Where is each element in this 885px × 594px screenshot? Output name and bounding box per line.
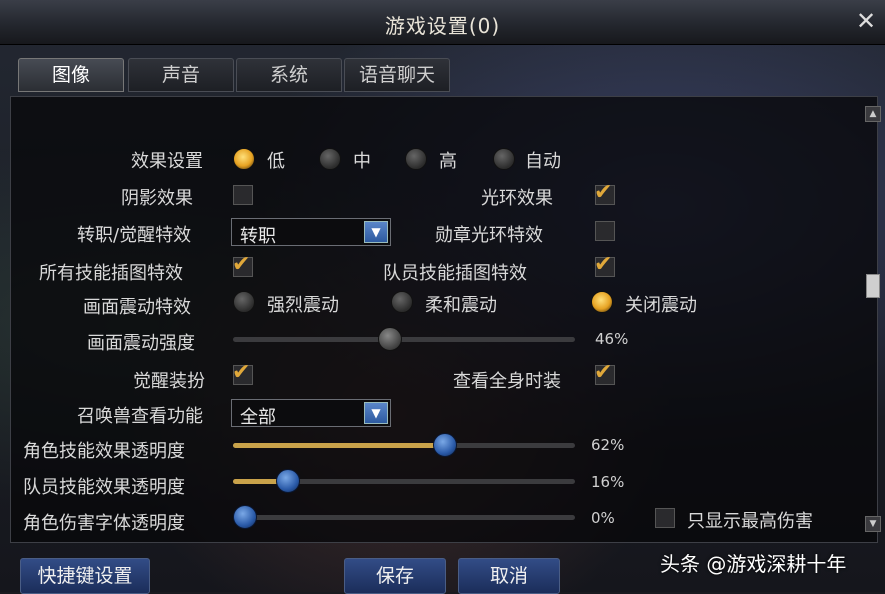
check-icon: ✔ <box>232 252 251 277</box>
close-icon[interactable]: ✕ <box>853 8 879 34</box>
job-effect-value: 转职 <box>240 226 276 247</box>
chevron-down-icon[interactable]: ▼ <box>364 402 388 424</box>
shake-strong-label: 强烈震动 <box>267 295 339 316</box>
check-icon: ✔ <box>594 252 613 277</box>
party-skill-alpha-label: 队员技能效果透明度 <box>23 477 185 498</box>
shadow-checkbox[interactable] <box>233 185 253 205</box>
slider-knob[interactable] <box>233 505 257 529</box>
effect-mid-radio[interactable] <box>319 148 341 170</box>
shadow-label: 阴影效果 <box>121 188 193 209</box>
shake-strength-label: 画面震动强度 <box>87 333 195 354</box>
shortcut-settings-button[interactable]: 快捷键设置 <box>20 558 150 594</box>
scroll-up-icon[interactable]: ▲ <box>865 106 881 122</box>
party-skill-alpha-value: 16% <box>591 473 625 491</box>
halo-label: 光环效果 <box>481 188 553 209</box>
max-damage-only-label: 只显示最高伤害 <box>687 511 813 532</box>
medal-halo-label: 勋章光环特效 <box>435 225 543 246</box>
shake-strength-value: 46% <box>595 330 629 348</box>
scrollbar[interactable]: ▲ ▼ <box>863 96 883 541</box>
char-damage-alpha-label: 角色伤害字体透明度 <box>23 513 185 534</box>
tab-voice-chat[interactable]: 语音聊天 <box>344 58 450 92</box>
shake-soft-radio[interactable] <box>391 291 413 313</box>
char-damage-alpha-value: 0% <box>591 509 615 527</box>
char-skill-alpha-value: 62% <box>591 436 625 454</box>
effect-label: 效果设置 <box>131 151 203 172</box>
shake-soft-label: 柔和震动 <box>425 295 497 316</box>
char-damage-alpha-slider[interactable] <box>233 505 575 529</box>
settings-panel: 效果设置 低 中 高 自动 阴影效果 光环效果 ✔ 转职/觉醒特效 转职 ▼ 勋… <box>10 96 878 543</box>
full-avatar-label: 查看全身时装 <box>453 371 561 392</box>
cancel-button[interactable]: 取消 <box>458 558 560 594</box>
tab-system[interactable]: 系统 <box>236 58 342 92</box>
effect-auto-label: 自动 <box>525 151 561 172</box>
medal-halo-checkbox[interactable] <box>595 221 615 241</box>
party-skill-alpha-slider[interactable] <box>233 469 575 493</box>
slider-knob[interactable] <box>275 469 300 493</box>
char-skill-alpha-label: 角色技能效果透明度 <box>23 441 185 462</box>
check-icon: ✔ <box>594 180 613 205</box>
tab-graphics[interactable]: 图像 <box>18 58 124 92</box>
check-icon: ✔ <box>594 360 613 385</box>
char-skill-alpha-slider[interactable] <box>233 433 575 457</box>
effect-auto-radio[interactable] <box>493 148 515 170</box>
watermark: 头条 @游戏深耕十年 <box>660 552 847 576</box>
effect-mid-label: 中 <box>353 151 371 172</box>
shake-label: 画面震动特效 <box>83 297 191 318</box>
window-title: 游戏设置(0) <box>384 14 501 38</box>
halo-checkbox[interactable]: ✔ <box>594 180 615 205</box>
awaken-costume-checkbox[interactable]: ✔ <box>232 360 253 385</box>
shake-strength-slider[interactable] <box>233 327 575 351</box>
party-skill-art-label: 队员技能插图特效 <box>383 263 527 284</box>
summon-view-select[interactable]: 全部 ▼ <box>231 399 391 428</box>
effect-high-label: 高 <box>439 151 457 172</box>
job-effect-select[interactable]: 转职 ▼ <box>231 218 391 247</box>
check-icon: ✔ <box>232 360 251 385</box>
effect-low-label: 低 <box>267 151 285 172</box>
title-bar: 游戏设置(0) ✕ <box>0 0 885 45</box>
max-damage-only-checkbox[interactable] <box>655 508 675 528</box>
awaken-costume-label: 觉醒装扮 <box>133 371 205 392</box>
slider-knob[interactable] <box>433 433 458 457</box>
full-avatar-checkbox[interactable]: ✔ <box>594 360 615 385</box>
shake-off-radio[interactable] <box>591 291 613 313</box>
shake-off-label: 关闭震动 <box>625 295 697 316</box>
scroll-down-icon[interactable]: ▼ <box>865 516 881 532</box>
summon-view-label: 召唤兽查看功能 <box>77 406 203 427</box>
party-skill-art-checkbox[interactable]: ✔ <box>594 252 615 277</box>
tab-sound[interactable]: 声音 <box>128 58 234 92</box>
effect-high-radio[interactable] <box>405 148 427 170</box>
effect-low-radio[interactable] <box>233 148 255 170</box>
job-effect-label: 转职/觉醒特效 <box>77 225 192 246</box>
slider-fill <box>233 443 446 448</box>
chevron-down-icon[interactable]: ▼ <box>364 221 388 243</box>
all-skill-art-label: 所有技能插图特效 <box>39 263 183 284</box>
summon-view-value: 全部 <box>240 407 276 428</box>
all-skill-art-checkbox[interactable]: ✔ <box>232 252 253 277</box>
scroll-thumb[interactable] <box>866 274 880 298</box>
save-button[interactable]: 保存 <box>344 558 446 594</box>
shake-strong-radio[interactable] <box>233 291 255 313</box>
slider-knob[interactable] <box>378 327 403 351</box>
